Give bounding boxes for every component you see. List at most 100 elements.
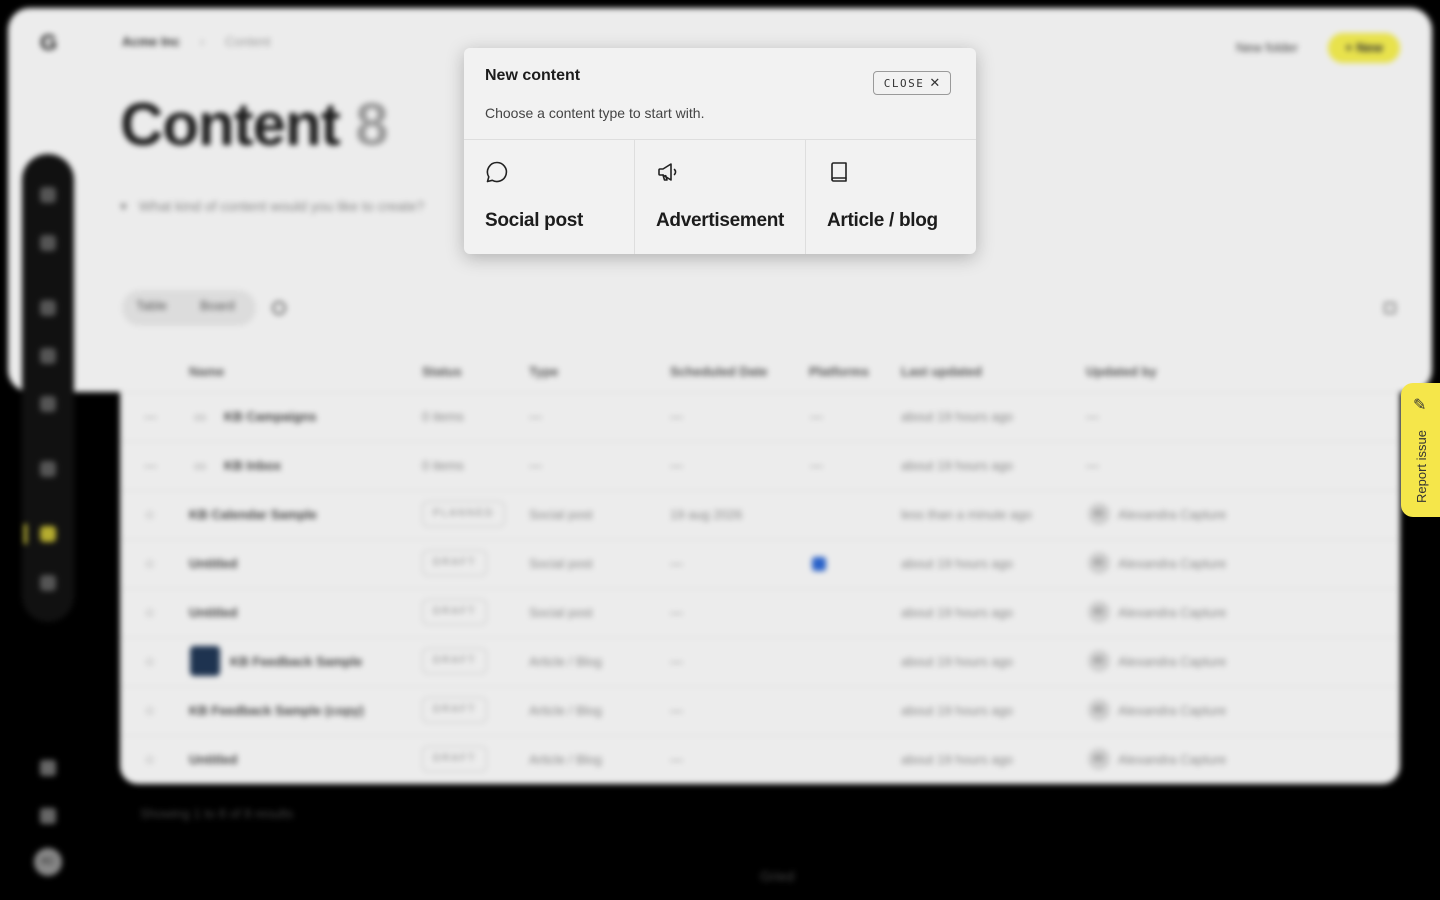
breadcrumb-current: Content <box>225 34 271 49</box>
table-row[interactable]: ☆ KB Calendar Sample PLANNED Social post 19 … <box>120 490 1400 539</box>
column-header-last-updated[interactable]: Last updated <box>901 364 982 379</box>
option-article-blog[interactable]: Article / blog <box>806 140 976 254</box>
table-row[interactable]: ☆ Untitled DRAFT Article / Blog — about 19 ho… <box>120 735 1400 784</box>
row-scheduled-date: 19 aug 2026 <box>670 507 743 522</box>
document-icon[interactable] <box>40 300 56 316</box>
prompt-input[interactable]: ▾ What kind of content would you like to… <box>120 198 424 215</box>
row-updated-by: Alexandra Capture <box>1118 556 1227 571</box>
search-icon[interactable] <box>272 301 286 315</box>
column-header-type[interactable]: Type <box>529 364 558 379</box>
star-icon[interactable]: ☆ <box>144 703 156 719</box>
row-type: Social post <box>529 605 593 620</box>
content-type-options: Social post Advertisement Article / blog <box>464 139 976 254</box>
row-last-updated: about 19 hours ago <box>901 654 1014 669</box>
report-issue-tab[interactable]: ✎ Report issue <box>1401 383 1440 517</box>
status-badge: DRAFT <box>422 746 488 772</box>
logo[interactable]: G <box>40 30 57 56</box>
new-folder-button[interactable]: New folder <box>1236 40 1298 55</box>
row-last-updated: about 19 hours ago <box>901 703 1014 718</box>
content-icon[interactable] <box>40 526 56 542</box>
row-status: 0 items <box>422 458 464 473</box>
star-icon[interactable]: ☆ <box>144 605 156 621</box>
option-social-post[interactable]: Social post <box>464 140 635 254</box>
avatar: AC <box>1088 601 1110 623</box>
breadcrumb-org[interactable]: Acme Inc <box>122 34 180 49</box>
row-name[interactable]: KB Feedback Sample <box>230 654 362 669</box>
option-label: Social post <box>485 210 584 231</box>
option-advertisement[interactable]: Advertisement <box>635 140 806 254</box>
row-name[interactable]: Untitled <box>189 605 237 620</box>
option-label: Advertisement <box>656 210 785 231</box>
row-type: Social post <box>529 507 593 522</box>
new-button[interactable]: + New <box>1328 33 1400 63</box>
row-last-updated: about 19 hours ago <box>901 752 1014 767</box>
table-row[interactable]: — ▭ KB Inbox 0 items — — — about 19 hours ago — <box>120 441 1400 490</box>
row-scheduled-date: — <box>670 752 683 767</box>
table-row[interactable]: ☆ Untitled DRAFT Social post — about 19 hours… <box>120 539 1400 588</box>
table-row[interactable]: — ▭ KB Campaigns 0 items — — — about 19 hours a… <box>120 392 1400 441</box>
star-icon[interactable]: ☆ <box>144 507 156 523</box>
row-type: — <box>529 409 542 424</box>
column-header-platforms[interactable]: Platforms <box>809 364 869 379</box>
row-name[interactable]: KB Feedback Sample (copy) <box>189 703 364 718</box>
footer-brand: Gried <box>760 868 795 884</box>
row-updated-by: — <box>1086 409 1099 424</box>
folder-icon: ▭ <box>194 458 207 473</box>
row-last-updated: about 19 hours ago <box>901 409 1014 424</box>
close-label: CLOSE <box>883 76 925 90</box>
row-last-updated: less than a minute ago <box>901 507 1032 522</box>
avatar: AC <box>1088 503 1110 525</box>
camera-icon[interactable] <box>40 348 56 364</box>
comment-icon[interactable] <box>40 396 56 412</box>
gallery-icon[interactable] <box>40 760 56 776</box>
row-dash: — <box>144 458 157 473</box>
column-header-updated-by[interactable]: Updated by <box>1086 364 1157 379</box>
page-title: Content 8 <box>120 90 389 159</box>
close-icon: ✕ <box>929 75 941 91</box>
star-icon[interactable]: ☆ <box>144 752 156 768</box>
globe-icon[interactable] <box>40 461 56 477</box>
row-scheduled-date: — <box>670 654 683 669</box>
star-icon[interactable]: ☆ <box>144 556 156 572</box>
row-name[interactable]: KB Calendar Sample <box>189 507 317 522</box>
tab-table[interactable]: Table <box>136 298 167 313</box>
page-count: 8 <box>355 91 388 158</box>
home-icon[interactable] <box>40 187 56 203</box>
row-type: Article / Blog <box>529 703 602 718</box>
row-updated-by: — <box>1086 458 1099 473</box>
user-avatar[interactable]: AC <box>34 848 62 876</box>
view-switcher: Table Board <box>122 290 256 326</box>
book-icon <box>831 162 847 182</box>
table-row[interactable]: ☆ KB Feedback Sample (copy) DRAFT Article /… <box>120 686 1400 735</box>
table-row[interactable]: ☆ KB Feedback Sample DRAFT Article / Blog — a… <box>120 637 1400 686</box>
status-badge: DRAFT <box>422 599 488 625</box>
row-name[interactable]: KB Inbox <box>224 458 281 473</box>
row-name[interactable]: Untitled <box>189 556 237 571</box>
row-type: Social post <box>529 556 593 571</box>
column-header-scheduled-date[interactable]: Scheduled Date <box>670 364 768 379</box>
tab-board[interactable]: Board <box>200 298 235 313</box>
column-header-name[interactable]: Name <box>189 364 224 379</box>
row-platforms: — <box>810 409 823 424</box>
row-last-updated: about 19 hours ago <box>901 556 1014 571</box>
status-badge: PLANNED <box>422 501 506 527</box>
star-icon[interactable]: ☆ <box>144 654 156 670</box>
table-row[interactable]: ☆ Untitled DRAFT Social post — about 19 hours… <box>120 588 1400 637</box>
close-button[interactable]: CLOSE ✕ <box>873 71 951 95</box>
calendar-icon[interactable] <box>40 575 56 591</box>
row-name[interactable]: KB Campaigns <box>224 409 316 424</box>
swap-icon[interactable] <box>40 808 56 824</box>
folder-icon: ▭ <box>194 409 207 424</box>
row-name[interactable]: Untitled <box>189 752 237 767</box>
row-scheduled-date: — <box>670 556 683 571</box>
row-scheduled-date: — <box>670 409 683 424</box>
columns-icon[interactable] <box>1384 302 1396 314</box>
speech-bubble-icon <box>486 161 508 183</box>
column-header-status[interactable]: Status <box>422 364 462 379</box>
row-type: Article / Blog <box>529 752 602 767</box>
thumbnail <box>190 646 220 676</box>
app-window: G Acme Inc › Content Content 8 ▾ What ki… <box>0 0 1440 900</box>
row-type: — <box>529 458 542 473</box>
chat-icon[interactable] <box>40 235 56 251</box>
avatar: AC <box>1088 699 1110 721</box>
